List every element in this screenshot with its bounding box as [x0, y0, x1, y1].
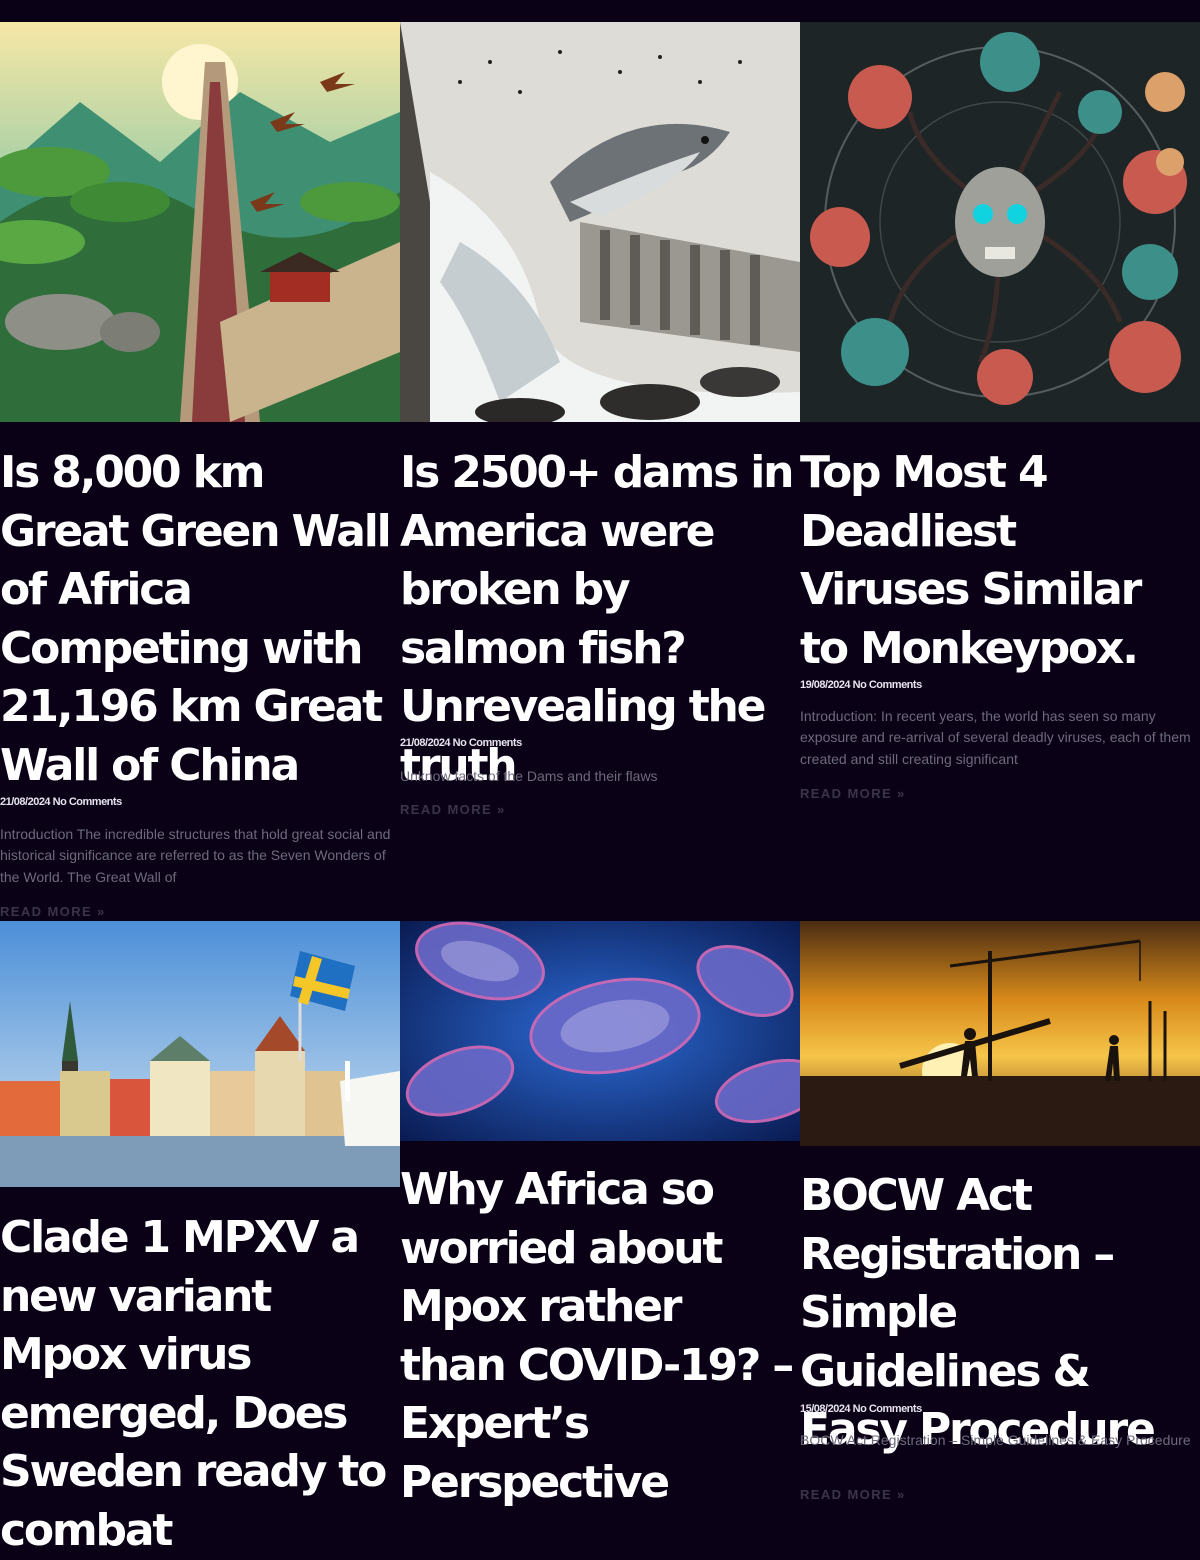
mpox-virus-image [400, 921, 800, 1141]
post-date: 19/08/2024 [800, 679, 851, 691]
post-excerpt: Unknow facts of the Dams and their flaws [400, 768, 658, 784]
post-date: 21/08/2024 [400, 737, 451, 749]
post-thumbnail-clade-mpxv[interactable] [0, 921, 400, 1187]
post-thumbnail-great-green-wall[interactable] [0, 22, 400, 422]
post-meta: 15/08/2024 No Comments [800, 1403, 1195, 1415]
post-date: 21/08/2024 [0, 796, 51, 808]
post-meta: 21/08/2024 No Comments [0, 796, 395, 808]
post-title[interactable]: Top Most 4 Deadliest Viruses Similar to … [800, 444, 1195, 678]
post-title[interactable]: Is 8,000 km Great Green Wall of Africa C… [0, 444, 395, 795]
post-meta: 19/08/2024 No Comments [800, 679, 1195, 691]
post-comments[interactable]: No Comments [53, 796, 123, 808]
post-title[interactable]: Why Africa so worried about Mpox rather … [400, 1161, 795, 1512]
read-more-link[interactable]: READ MORE » [800, 786, 906, 801]
construction-sunset-image [800, 921, 1200, 1146]
great-wall-jungle-image [0, 22, 400, 422]
stockholm-waterfront-image [0, 921, 400, 1187]
post-meta: 21/08/2024 No Comments [400, 737, 795, 749]
post-date: 15/08/2024 [800, 1403, 851, 1415]
read-more-link[interactable]: READ MORE » [400, 802, 506, 817]
post-card: Why Africa so worried about Mpox rather … [400, 921, 800, 1508]
read-more-link[interactable]: READ MORE » [0, 904, 106, 919]
post-thumbnail-bocw-act[interactable] [800, 921, 1200, 1146]
post-card: Top Most 4 Deadliest Viruses Similar to … [800, 22, 1200, 922]
post-title[interactable]: BOCW Act Registration – Simple Guideline… [800, 1167, 1195, 1460]
salmon-dam-image [400, 22, 800, 422]
post-thumbnail-salmon-dams[interactable] [400, 22, 800, 422]
post-card: Is 8,000 km Great Green Wall of Africa C… [0, 22, 400, 922]
post-comments[interactable]: No Comments [453, 737, 523, 749]
post-thumbnail-deadliest-viruses[interactable] [800, 22, 1200, 422]
post-comments[interactable]: No Comments [853, 1403, 923, 1415]
post-card: Is 2500+ dams in America were broken by … [400, 22, 800, 922]
post-excerpt: Introduction The incredible structures t… [0, 826, 391, 885]
post-thumbnail-africa-mpox[interactable] [400, 921, 800, 1141]
post-card: BOCW Act Registration – Simple Guideline… [800, 921, 1200, 1502]
post-comments[interactable]: No Comments [853, 679, 923, 691]
post-excerpt: Introduction: In recent years, the world… [800, 708, 1191, 767]
post-card: Clade 1 MPXV a new variant Mpox virus em… [0, 921, 400, 1556]
virus-skull-image [800, 22, 1200, 422]
post-excerpt: BOCW Act Registration – Simple Guideline… [800, 1432, 1191, 1448]
post-title[interactable]: Clade 1 MPXV a new variant Mpox virus em… [0, 1209, 395, 1560]
